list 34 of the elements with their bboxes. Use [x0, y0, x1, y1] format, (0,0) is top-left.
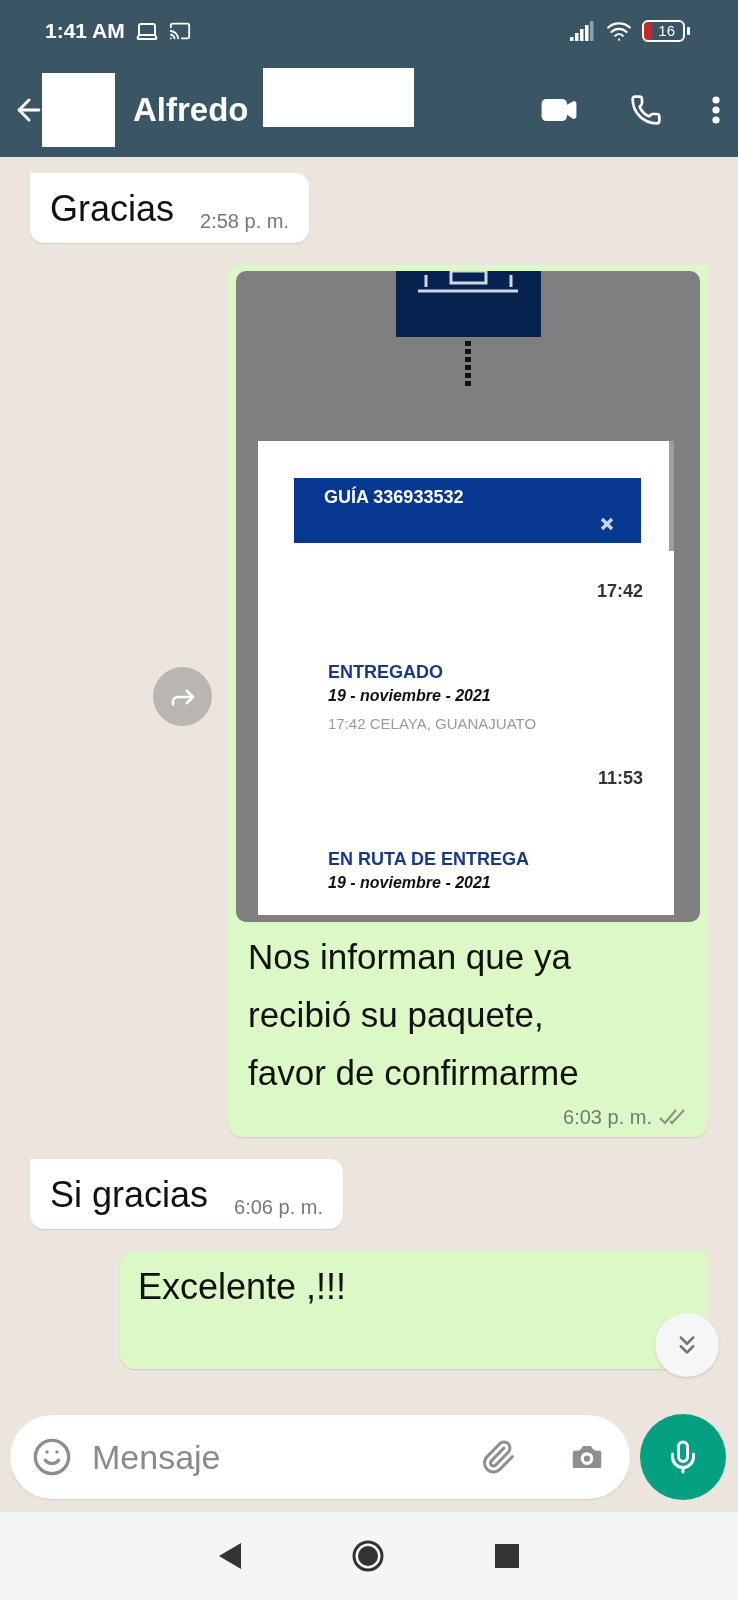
phone-icon: [630, 93, 662, 126]
message-field[interactable]: Mensaje: [10, 1415, 630, 1499]
menu-icon: [712, 95, 720, 124]
event-date: 19 - noviembre - 2021: [328, 874, 492, 892]
attach-button[interactable]: [480, 1439, 516, 1475]
emoji-button[interactable]: [32, 1437, 72, 1477]
paperclip-icon: [480, 1439, 516, 1475]
back-nav-button[interactable]: [219, 1543, 241, 1569]
guide-title: GUÍA 336933532: [323, 485, 464, 509]
contact-name[interactable]: Alfredo: [133, 90, 249, 129]
message-text: Nos informan que ya recibió su paquete, favor de confirmarme: [247, 936, 580, 1094]
scroll-down-button[interactable]: [655, 1313, 719, 1377]
home-nav-button[interactable]: [351, 1539, 385, 1573]
close-icon[interactable]: [600, 517, 614, 531]
event-location: 17:42 CELAYA, GUANAJUATO: [328, 715, 538, 732]
signal-icon: [570, 21, 597, 41]
message-time: 2:58 p. m.: [200, 210, 289, 233]
status-time: 1:41 AM: [45, 19, 125, 43]
message-text: Si gracias: [50, 1173, 209, 1217]
event-date: 19 - noviembre - 2021: [328, 687, 492, 705]
smiley-icon: [32, 1437, 72, 1477]
event-status: ENTREGADO: [328, 662, 444, 683]
message-time: 6:03 p. m.: [563, 1106, 652, 1129]
event-status: EN RUTA DE ENTREGA: [328, 849, 530, 870]
event-time: 17:42: [596, 581, 643, 602]
message-time: 6:06 p. m.: [234, 1196, 323, 1219]
call-button[interactable]: [630, 93, 662, 126]
cast-icon: [168, 20, 191, 42]
menu-button[interactable]: [712, 95, 720, 124]
message-text: Excelente ,!!!: [138, 1266, 347, 1307]
event-time: 11:53: [597, 768, 643, 789]
message-input[interactable]: Mensaje: [90, 1436, 462, 1478]
battery-level: 16: [642, 20, 685, 42]
message-text: Gracias: [50, 187, 175, 231]
